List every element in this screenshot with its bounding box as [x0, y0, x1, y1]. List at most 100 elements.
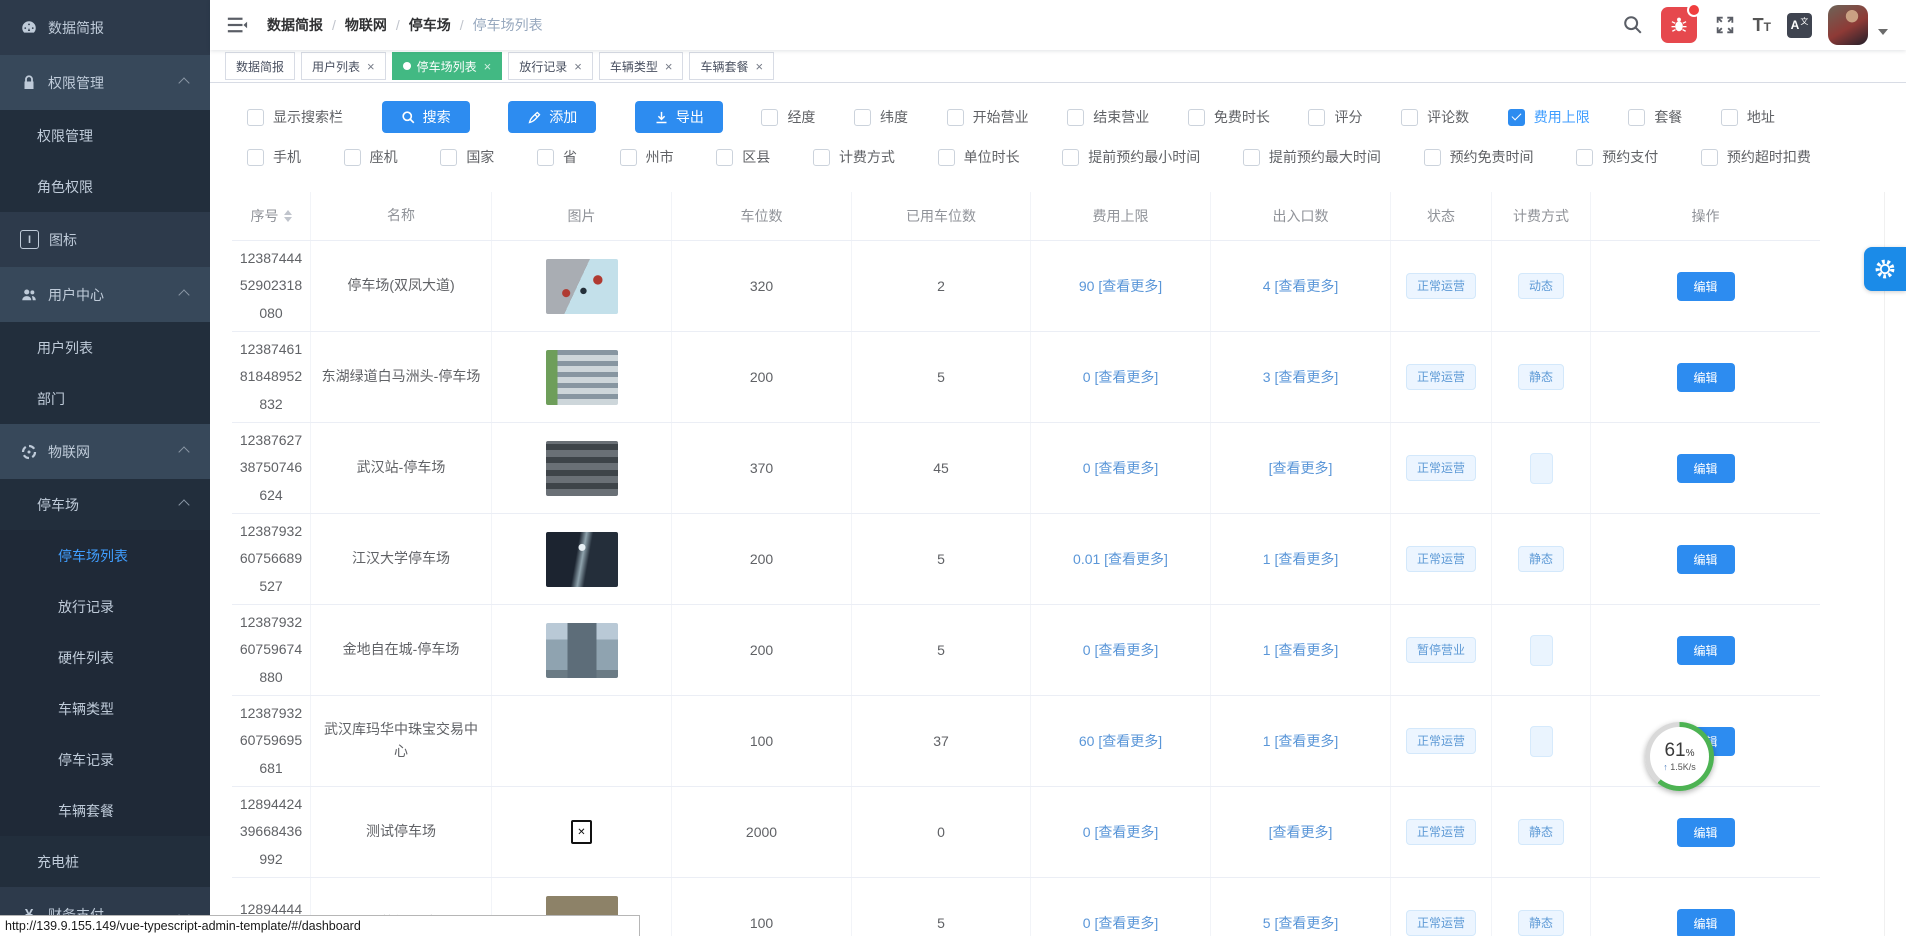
edit-button[interactable]: 编辑 — [1677, 363, 1735, 392]
breadcrumb-item[interactable]: 物联网 — [345, 15, 387, 35]
sort-carets-icon[interactable] — [284, 210, 292, 222]
edit-button[interactable]: 编辑 — [1677, 636, 1735, 665]
sidebar-item-user-list[interactable]: 用户列表 — [0, 322, 210, 373]
fee-cap-link[interactable]: 0 [查看更多] — [1083, 458, 1158, 478]
filter-checkbox[interactable]: 预约超时扣费 — [1701, 147, 1811, 167]
filter-checkbox[interactable]: 提前预约最大时间 — [1243, 147, 1381, 167]
fee-cap-link[interactable]: 60 [查看更多] — [1079, 731, 1162, 751]
fee-cap-link[interactable]: 90 [查看更多] — [1079, 276, 1162, 296]
billing-cell: 静态 — [1492, 787, 1591, 877]
filter-checkbox[interactable]: 手机 — [247, 147, 301, 167]
search-button[interactable]: 搜索 — [382, 101, 470, 133]
sidebar-item-dashboard[interactable]: 数据简报 — [0, 0, 210, 55]
filter-checkbox[interactable]: 座机 — [344, 147, 398, 167]
fee-cap-link[interactable]: 0 [查看更多] — [1083, 367, 1158, 387]
chevron-up-icon — [178, 499, 189, 510]
gates-link[interactable]: 4 [查看更多] — [1263, 276, 1338, 296]
filter-checkbox[interactable]: 地址 — [1721, 107, 1775, 127]
filter-checkbox[interactable]: 州市 — [620, 147, 674, 167]
filter-checkbox[interactable]: 套餐 — [1628, 107, 1682, 127]
export-button[interactable]: 导出 — [635, 101, 723, 133]
fee-cap-link[interactable]: 0 [查看更多] — [1083, 913, 1158, 933]
filter-checkbox[interactable]: 开始营业 — [947, 107, 1029, 127]
filter-checkbox[interactable]: 计费方式 — [813, 147, 895, 167]
photo-thumbnail[interactable] — [546, 532, 618, 587]
add-button[interactable]: 添加 — [508, 101, 596, 133]
gates-link[interactable]: 5 [查看更多] — [1263, 913, 1338, 933]
sidebar-item-departments[interactable]: 部门 — [0, 373, 210, 424]
gates-link[interactable]: 1 [查看更多] — [1263, 549, 1338, 569]
edit-button[interactable]: 编辑 — [1677, 909, 1735, 936]
filter-checkbox[interactable]: 国家 — [440, 147, 494, 167]
gates-link[interactable]: [查看更多] — [1269, 822, 1333, 842]
sidebar-item-pass-records[interactable]: 放行记录 — [0, 581, 210, 632]
fee-cap-link[interactable]: 0 [查看更多] — [1083, 640, 1158, 660]
filter-checkbox[interactable]: 免费时长 — [1188, 107, 1270, 127]
gates-link[interactable]: 1 [查看更多] — [1263, 731, 1338, 751]
photo-thumbnail[interactable] — [546, 441, 618, 496]
language-translate-icon[interactable]: A文 — [1787, 13, 1812, 38]
settings-panel-handle[interactable] — [1864, 247, 1906, 291]
avatar-caret-down-icon[interactable] — [1878, 29, 1888, 35]
tab-close-icon[interactable]: × — [484, 60, 492, 73]
filter-checkbox[interactable]: 单位时长 — [938, 147, 1020, 167]
photo-thumbnail[interactable] — [546, 350, 618, 405]
filter-checkbox[interactable]: 经度 — [761, 107, 815, 127]
fee-cap-link[interactable]: 0.01 [查看更多] — [1073, 549, 1168, 569]
filter-checkbox[interactable]: 评论数 — [1401, 107, 1469, 127]
sidebar-item-iot[interactable]: 物联网 — [0, 424, 210, 479]
sidebar-item-permission-mgmt[interactable]: 权限管理 — [0, 110, 210, 161]
filter-checkbox[interactable]: 纬度 — [854, 107, 908, 127]
edit-button[interactable]: 编辑 — [1677, 818, 1735, 847]
tab-close-icon[interactable]: × — [574, 60, 582, 73]
gates-link[interactable]: 1 [查看更多] — [1263, 640, 1338, 660]
tab[interactable]: 数据简报 — [225, 52, 295, 80]
sidebar-item-hardware-list[interactable]: 硬件列表 — [0, 632, 210, 683]
sidebar-item-icons[interactable]: I 图标 — [0, 212, 210, 267]
sidebar-item-permissions[interactable]: 权限管理 — [0, 55, 210, 110]
tab[interactable]: 用户列表 × — [301, 52, 386, 80]
edit-button[interactable]: 编辑 — [1677, 545, 1735, 574]
filter-row-1: 显示搜索栏 搜索 添加 导出 经度 纬度 开始营业 结束营业 免费时长 — [247, 101, 1775, 133]
hamburger-icon[interactable] — [225, 13, 249, 37]
sidebar-item-parking-records[interactable]: 停车记录 — [0, 734, 210, 785]
error-log-bug-icon[interactable] — [1661, 7, 1697, 43]
filter-checkbox[interactable]: 预约支付 — [1576, 147, 1658, 167]
filter-checkbox[interactable]: 预约免责时间 — [1424, 147, 1534, 167]
filter-checkbox-show-search[interactable]: 显示搜索栏 — [247, 107, 343, 127]
user-avatar[interactable] — [1828, 5, 1868, 45]
filter-checkbox[interactable]: 结束营业 — [1067, 107, 1149, 127]
tab[interactable]: 放行记录 × — [508, 52, 593, 80]
text-size-icon[interactable]: TT — [1753, 15, 1771, 36]
sidebar-item-role-permissions[interactable]: 角色权限 — [0, 161, 210, 212]
tab-close-icon[interactable]: × — [665, 60, 673, 73]
breadcrumb-item[interactable]: 停车场 — [409, 15, 451, 35]
tab[interactable]: 停车场列表 × — [392, 52, 503, 80]
tab[interactable]: 车辆类型 × — [599, 52, 684, 80]
sidebar-item-charging-pile[interactable]: 充电桩 — [0, 836, 210, 887]
photo-thumbnail[interactable] — [546, 259, 618, 314]
sidebar-item-vehicle-packages[interactable]: 车辆套餐 — [0, 785, 210, 836]
fullscreen-icon[interactable] — [1713, 13, 1737, 37]
breadcrumb-item[interactable]: 数据简报 — [267, 15, 323, 35]
sidebar-item-vehicle-types[interactable]: 车辆类型 — [0, 683, 210, 734]
filter-checkbox[interactable]: 提前预约最小时间 — [1062, 147, 1200, 167]
tab-close-icon[interactable]: × — [755, 60, 763, 73]
fee-cap-link[interactable]: 0 [查看更多] — [1083, 822, 1158, 842]
sidebar-item-parking[interactable]: 停车场 — [0, 479, 210, 530]
filter-checkbox[interactable]: 评分 — [1308, 107, 1362, 127]
sidebar-item-parking-list[interactable]: 停车场列表 — [0, 530, 210, 581]
gates-link[interactable]: 3 [查看更多] — [1263, 367, 1338, 387]
tab[interactable]: 车辆套餐 × — [689, 52, 774, 80]
photo-thumbnail[interactable] — [546, 623, 618, 678]
filter-checkbox[interactable]: 区县 — [716, 147, 770, 167]
sidebar-item-user-center[interactable]: 用户中心 — [0, 267, 210, 322]
edit-button[interactable]: 编辑 — [1677, 272, 1735, 301]
gates-link[interactable]: [查看更多] — [1269, 458, 1333, 478]
filter-checkbox[interactable]: 省 — [537, 147, 577, 167]
edit-button[interactable]: 编辑 — [1677, 454, 1735, 483]
download-progress-circle[interactable]: 61% ↑ 1.5K/s — [1645, 722, 1714, 791]
filter-checkbox[interactable]: 费用上限 — [1508, 107, 1590, 127]
tab-close-icon[interactable]: × — [367, 60, 375, 73]
search-icon[interactable] — [1621, 13, 1645, 37]
